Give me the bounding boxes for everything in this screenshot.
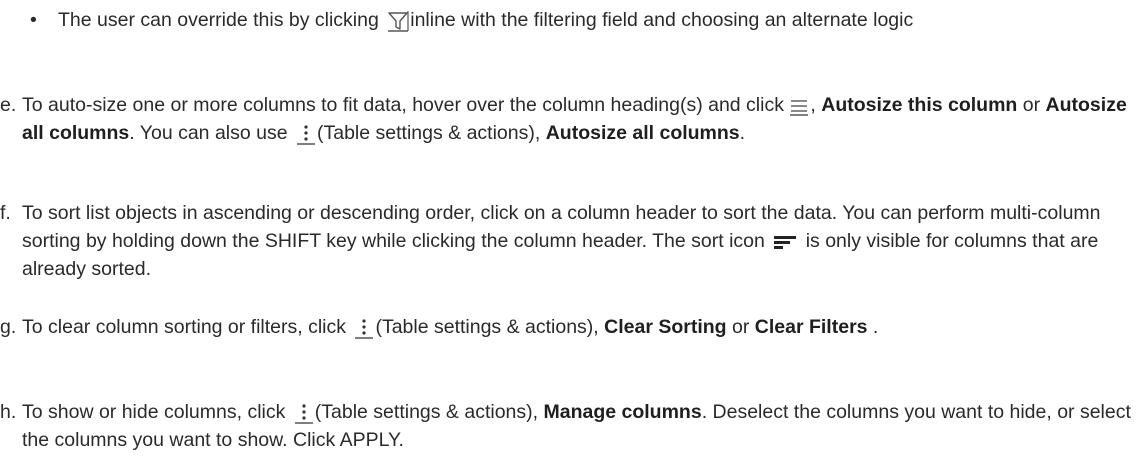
filter-icon (387, 10, 409, 32)
item-g-bold-2: Clear Filters (754, 316, 868, 338)
list-text: To sort list objects in ascending or des… (22, 199, 1137, 283)
item-g-bold-1: Clear Sorting (604, 316, 727, 338)
item-e-text-1: To auto-size one or more columns to fit … (22, 94, 784, 116)
list-text: To clear column sorting or filters, clic… (22, 313, 1137, 341)
list-text: To show or hide columns, click (Table se… (22, 398, 1137, 454)
column-menu-icon (789, 96, 809, 116)
bullet-text-after: inline with the filtering field and choo… (410, 9, 914, 31)
item-e-text-5: (Table settings & actions), (317, 122, 541, 144)
bullet-text: The user can override this by clicking i… (58, 6, 1128, 34)
item-g-text-3: or (732, 316, 750, 338)
item-e-bold-1: Autosize this column (821, 94, 1018, 116)
item-h-text-1: To show or hide columns, click (22, 401, 286, 423)
item-h-text-2: (Table settings & actions), (314, 401, 539, 423)
list-marker: e. (0, 94, 17, 116)
sort-icon (773, 233, 797, 251)
bullet-text-before: The user can override this by clicking (58, 9, 379, 31)
item-e-text-2: , (810, 94, 816, 116)
item-g-text-1: To clear column sorting or filters, clic… (22, 316, 347, 338)
list-marker: g. (0, 316, 17, 338)
list-marker: f. (0, 202, 11, 224)
item-h-bold-1: Manage columns (543, 401, 702, 423)
item-g-text-4: . (872, 316, 879, 338)
list-text: To auto-size one or more columns to fit … (22, 91, 1137, 147)
kebab-menu-icon (354, 317, 374, 339)
kebab-menu-icon (296, 123, 316, 145)
list-marker: h. (0, 401, 17, 423)
kebab-menu-icon (294, 402, 314, 424)
item-e-text-6: . (739, 122, 746, 144)
item-e-bold-3: Autosize all columns (545, 122, 740, 144)
item-e-text-4: . You can also use (129, 122, 288, 144)
bullet-dot: • (30, 9, 37, 31)
item-e-text-3: or (1022, 94, 1041, 116)
item-g-text-2: (Table settings & actions), (375, 316, 599, 338)
